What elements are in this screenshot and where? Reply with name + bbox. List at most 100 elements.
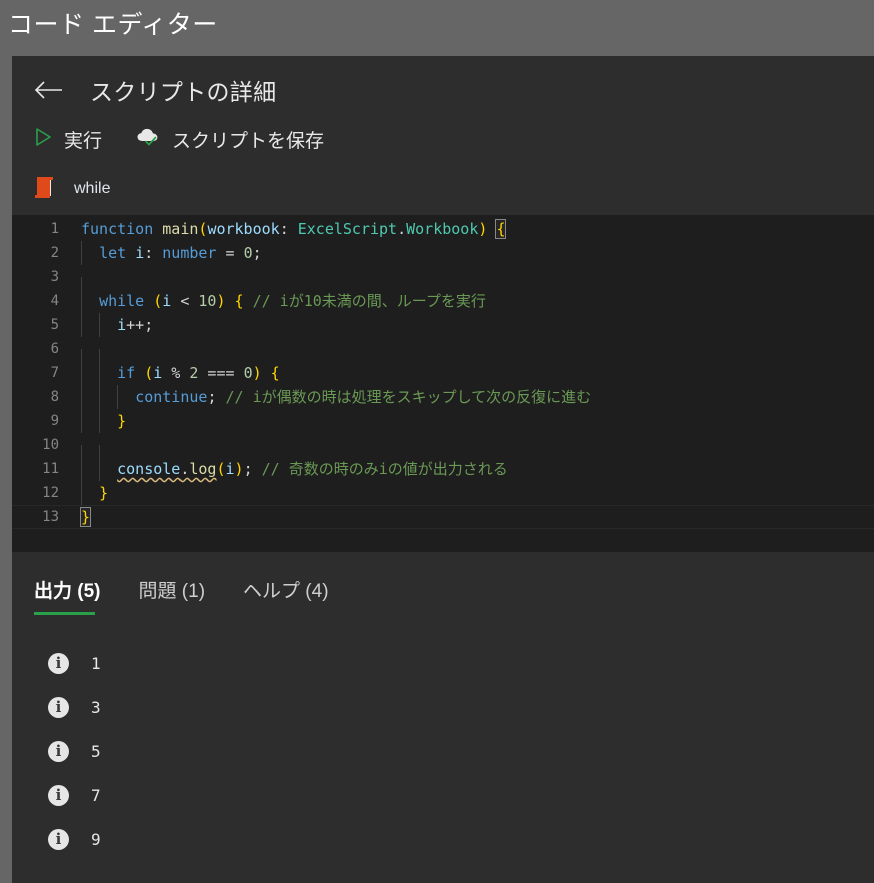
output-value: 3 [91,697,101,717]
code-token: main [162,220,199,238]
output-row: i5 [12,729,874,773]
code-token: } [79,507,92,527]
code-token: < [171,292,199,310]
code-token: i [153,364,163,382]
line-number: 8 [50,389,59,405]
code-line[interactable]: 1 function main(workbook: ExcelScript.Wor… [12,217,874,241]
code-token: ) [234,460,244,478]
code-token: { [495,219,507,239]
code-line[interactable]: 5 i++; [12,313,874,337]
output-tab[interactable]: ヘルプ (4) [243,576,329,615]
code-line[interactable]: 10 [12,433,874,469]
output-tab[interactable]: 出力 (5) [34,576,101,615]
indent-guide [99,313,100,337]
line-number: 2 [50,245,59,261]
indent-guide [99,409,100,433]
code-text[interactable]: function main(workbook: ExcelScript.Work… [59,217,874,241]
script-scroll-icon [34,176,56,202]
code-text[interactable]: continue; // iが偶数の時は処理をスキップして次の反復に進む [59,385,874,409]
code-token: ) [216,292,226,310]
code-token: ( [216,460,226,478]
page-title: コード エディター [8,11,218,39]
code-token: let [99,244,127,262]
indent-guide [99,361,100,385]
line-number: 5 [50,317,59,333]
code-line[interactable]: 9 } [12,409,874,433]
code-token: while [99,292,145,310]
code-line[interactable]: 7 if (i % 2 === 0) { [12,361,874,385]
output-tabs: 出力 (5) 問題 (1) ヘルプ (4) [12,552,874,615]
script-name-row[interactable]: while [34,174,110,204]
code-line[interactable]: 8 continue; // iが偶数の時は処理をスキップして次の反復に進む [12,385,874,409]
code-token: ExcelScript [297,220,398,238]
code-token: } [117,412,127,430]
indent-guide [81,481,82,505]
command-bar: 実行 スクリプトを保存 [32,122,324,156]
code-token: // 奇数の時のみiの値が出力される [261,460,508,478]
back-arrow-icon[interactable] [32,75,66,105]
code-text[interactable]: } [59,409,874,433]
code-editor[interactable]: 1 function main(workbook: ExcelScript.Wor… [12,215,874,552]
code-line[interactable]: 11 console.log(i); // 奇数の時のみiの値が出力される [12,457,874,481]
code-text[interactable]: } [59,505,874,529]
code-line[interactable]: 4 while (i < 10) { // iが10未満の間、ループを実行 [12,289,874,313]
script-detail-header: スクリプトの詳細 実行 スクリプトを保存 while [12,56,874,215]
save-script-button[interactable]: スクリプトを保存 [136,122,324,156]
code-token: } [99,484,109,502]
code-text[interactable]: while (i < 10) { // iが10未満の間、ループを実行 [59,289,874,313]
code-token: === [198,364,244,382]
code-line[interactable]: 13} [12,505,874,529]
output-tab[interactable]: 問題 (1) [139,576,206,615]
code-token: if [117,364,136,382]
code-line[interactable]: 2 let i: number = 0; [12,241,874,265]
line-number: 7 [50,365,59,381]
code-token: : [279,220,298,238]
code-token: Workbook [406,220,479,238]
code-token: 0 [243,244,253,262]
code-text[interactable]: let i: number = 0; [59,241,874,265]
line-number: 3 [50,269,59,285]
code-token: { [270,364,280,382]
output-value: 9 [91,829,101,849]
info-icon: i [48,652,69,674]
code-line[interactable]: 6 [12,337,874,373]
indent-guide [81,313,82,337]
line-number: 9 [50,413,59,429]
code-text[interactable]: i++; [59,313,874,337]
code-token: 10 [198,292,217,310]
code-token: console [117,460,181,478]
code-token: i [117,316,127,334]
output-panel: 出力 (5) 問題 (1) ヘルプ (4) i1i3i5i7i9 [12,552,874,883]
script-name-label: while [74,180,111,197]
line-number: 1 [50,221,59,237]
output-row: i9 [12,817,874,861]
code-text[interactable]: console.log(i); // 奇数の時のみiの値が出力される [59,457,874,481]
code-token: = [216,244,244,262]
save-script-label: スクリプトを保存 [172,130,325,152]
info-icon: i [48,828,69,850]
code-token: workbook [207,220,280,238]
indent-guide [117,385,118,409]
code-line[interactable]: 12 } [12,481,874,505]
code-token: ; [243,460,253,478]
code-token: // iが10未満の間、ループを実行 [252,292,486,310]
code-token: i [162,292,172,310]
code-lines[interactable]: 1 function main(workbook: ExcelScript.Wor… [12,215,874,529]
code-line[interactable]: 3 [12,265,874,301]
code-text[interactable]: } [59,481,874,505]
run-label: 実行 [64,130,103,152]
line-number: 13 [42,509,59,525]
info-icon: i [48,784,69,806]
code-text[interactable]: if (i % 2 === 0) { [59,361,874,385]
run-button[interactable]: 実行 [32,122,102,156]
back-row: スクリプトの詳細 [32,70,276,110]
